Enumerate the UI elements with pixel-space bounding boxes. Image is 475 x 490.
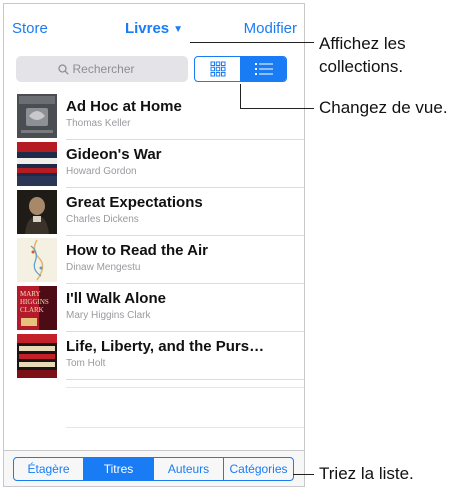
book-title: Ad Hoc at Home bbox=[66, 98, 182, 115]
grid-icon bbox=[210, 61, 225, 77]
book-author: Thomas Keller bbox=[66, 118, 131, 129]
callout-line bbox=[190, 42, 314, 43]
book-row[interactable]: How to Read the Air Dinaw Mengestu bbox=[4, 236, 304, 284]
tab-categories[interactable]: Catégories bbox=[223, 458, 293, 480]
book-author: Charles Dickens bbox=[66, 214, 139, 225]
book-author: Howard Gordon bbox=[66, 166, 137, 177]
list-divider bbox=[66, 427, 304, 428]
list-divider bbox=[66, 387, 304, 388]
book-title: How to Read the Air bbox=[66, 242, 208, 259]
tab-shelf[interactable]: Étagère bbox=[14, 458, 83, 480]
book-author: Tom Holt bbox=[66, 358, 106, 369]
grid-view-button[interactable] bbox=[195, 57, 240, 81]
list-icon bbox=[254, 63, 273, 75]
edit-button[interactable]: Modifier bbox=[244, 20, 297, 37]
book-row[interactable]: Great Expectations Charles Dickens bbox=[4, 188, 304, 236]
callout-line bbox=[293, 474, 314, 475]
callout-view: Changez de vue. bbox=[319, 98, 448, 117]
sort-control: Étagère Titres Auteurs Catégories bbox=[13, 457, 294, 481]
callout-line bbox=[240, 108, 314, 109]
book-cover bbox=[17, 238, 57, 282]
book-title: I'll Walk Alone bbox=[66, 290, 166, 307]
book-list: Ad Hoc at Home Thomas Keller Gideon's Wa… bbox=[4, 92, 304, 380]
list-view-button[interactable] bbox=[240, 57, 286, 81]
tab-titles[interactable]: Titres bbox=[83, 458, 153, 480]
callout-collections: Affichez les collections. bbox=[319, 32, 406, 78]
book-title: Gideon's War bbox=[66, 146, 162, 163]
view-toggle bbox=[194, 56, 287, 82]
book-row[interactable]: Ad Hoc at Home Thomas Keller bbox=[4, 92, 304, 140]
book-row[interactable]: MARY HIGGINS CLARK I'll Walk Alone Mary … bbox=[4, 284, 304, 332]
book-author: Mary Higgins Clark bbox=[66, 310, 151, 321]
cover-text: HIGGINS bbox=[20, 298, 49, 306]
search-icon bbox=[57, 63, 69, 75]
book-row[interactable]: Gideon's War Howard Gordon bbox=[4, 140, 304, 188]
collection-name: Livres bbox=[124, 20, 170, 37]
tab-authors[interactable]: Auteurs bbox=[153, 458, 223, 480]
book-row[interactable]: Life, Liberty, and the Purs… Tom Holt bbox=[4, 332, 304, 380]
search-input[interactable] bbox=[72, 62, 147, 76]
book-cover bbox=[17, 190, 57, 234]
cover-text: CLARK bbox=[20, 306, 44, 314]
caret-down-icon: ▼ bbox=[173, 24, 184, 35]
store-button[interactable]: Store bbox=[12, 20, 48, 37]
book-title: Great Expectations bbox=[66, 194, 203, 211]
callout-text: collections. bbox=[319, 57, 404, 76]
ibooks-screen: Store Livres ▼ Modifier Rechercher Ad Ho… bbox=[3, 3, 305, 487]
bottom-toolbar: Étagère Titres Auteurs Catégories bbox=[4, 450, 304, 486]
book-cover: MARY HIGGINS CLARK bbox=[17, 286, 57, 330]
search-row bbox=[4, 56, 304, 86]
cover-text: MARY bbox=[20, 290, 41, 298]
book-title: Life, Liberty, and the Purs… bbox=[66, 338, 265, 355]
callout-sort: Triez la liste. bbox=[319, 464, 414, 483]
collections-button[interactable]: Livres ▼ bbox=[125, 20, 183, 37]
book-cover bbox=[17, 334, 57, 378]
callout-line bbox=[240, 84, 241, 109]
search-field[interactable] bbox=[16, 56, 188, 82]
book-author: Dinaw Mengestu bbox=[66, 262, 141, 273]
book-cover bbox=[17, 142, 57, 186]
callout-text: Affichez les bbox=[319, 34, 406, 53]
book-cover bbox=[17, 94, 57, 138]
